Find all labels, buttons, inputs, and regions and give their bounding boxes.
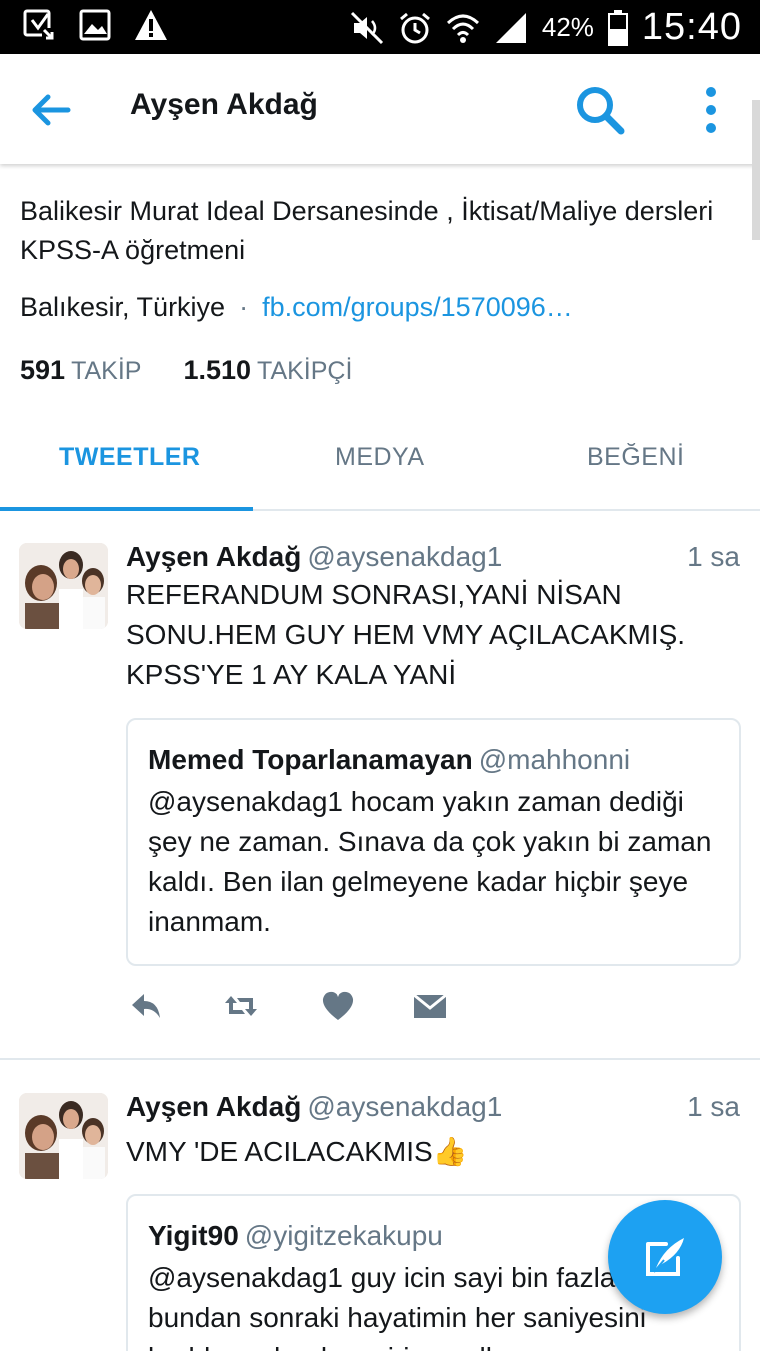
followers-count: 1.510 (183, 355, 252, 385)
tweet-actions (126, 988, 466, 1028)
quoted-tweet[interactable]: Memed Toparlanamayan @mahhonni @aysenakda… (126, 718, 741, 966)
clock: 15:40 (641, 6, 742, 48)
profile-tabs: TWEETLER MEDYA BEĞENİ (0, 415, 760, 511)
quoted-author-handle: @yigitzekakupu (244, 1220, 443, 1251)
like-heart-icon[interactable] (320, 988, 356, 1024)
quoted-author-name: Yigit90 (148, 1220, 239, 1251)
retweet-icon[interactable] (223, 988, 259, 1024)
back-arrow-icon[interactable] (28, 88, 72, 132)
tab-tweets[interactable]: TWEETLER (59, 443, 201, 472)
app-bar: Ayşen Akdağ (0, 54, 760, 164)
quoted-author-name: Memed Toparlanamayan (148, 744, 473, 775)
compose-quill-icon (646, 1238, 684, 1276)
tweet-time: 1 sa (687, 1091, 740, 1122)
profile-website-link[interactable]: fb.com/groups/1570096… (262, 292, 573, 322)
tweet-author-handle[interactable]: @aysenakdag1 (307, 1091, 502, 1122)
profile-location: Balıkesir, Türkiye (20, 292, 226, 322)
battery-icon (607, 9, 628, 46)
active-tab-indicator (0, 507, 253, 511)
profile-bio: Balikesir Murat Ideal Dersanesinde , İkt… (20, 196, 714, 265)
signal-icon (495, 12, 526, 43)
following-label: TAKİP (71, 357, 142, 385)
quoted-tweet-header: Yigit90 @yigitzekakupu (148, 1220, 443, 1252)
followers-stat[interactable]: 1.510 TAKİPÇİ (183, 355, 352, 385)
status-bar: 42% 15:40 (0, 0, 760, 54)
mute-icon (350, 11, 383, 44)
tweet-author-handle[interactable]: @aysenakdag1 (307, 541, 502, 572)
tab-likes[interactable]: BEĞENİ (587, 443, 684, 472)
wifi-icon (446, 14, 479, 43)
avatar-photo (19, 543, 108, 629)
search-icon[interactable] (574, 84, 626, 136)
scrollbar[interactable] (752, 100, 760, 240)
image-icon (79, 9, 111, 41)
warning-icon (135, 10, 167, 40)
tweet-text: REFERANDUM SONRASI,YANİ NİSAN SONU.HEM G… (126, 579, 686, 690)
following-count: 591 (20, 355, 66, 385)
tweet-time: 1 sa (687, 541, 740, 572)
tweet-author-name[interactable]: Ayşen Akdağ (126, 541, 301, 572)
direct-message-icon[interactable] (412, 988, 448, 1024)
tweet-author-name[interactable]: Ayşen Akdağ (126, 1091, 301, 1122)
tab-media[interactable]: MEDYA (335, 443, 425, 472)
battery-percent: 42% (541, 12, 594, 42)
avatar-photo (19, 1093, 108, 1179)
download-icon (23, 9, 54, 40)
avatar[interactable] (19, 1093, 108, 1179)
tweet[interactable]: Ayşen Akdağ @aysenakdag1 1 sa REFERANDUM … (0, 512, 760, 1058)
profile-stats: 591 TAKİP 1.510 TAKİPÇİ (20, 355, 352, 386)
quoted-tweet-header: Memed Toparlanamayan @mahhonni (148, 744, 630, 776)
more-vertical-icon[interactable] (700, 84, 722, 136)
quoted-tweet-text: @aysenakdag1 hocam yakın zaman dediği şe… (148, 786, 712, 937)
tweet-header: Ayşen Akdağ @aysenakdag1 (126, 1091, 502, 1123)
quoted-author-handle: @mahhonni (478, 744, 631, 775)
profile-location-row: Balıkesir, Türkiye · fb.com/groups/1570096… (20, 292, 573, 323)
tweet-header: Ayşen Akdağ @aysenakdag1 (126, 541, 502, 573)
followers-label: TAKİPÇİ (257, 357, 353, 385)
separator-dot: · (239, 292, 249, 322)
page-title: Ayşen Akdağ (130, 88, 318, 121)
alarm-icon (399, 12, 430, 43)
compose-tweet-button[interactable] (608, 1200, 722, 1314)
reply-icon[interactable] (128, 988, 164, 1024)
tweet-text: VMY 'DE ACILACAKMIS👍 (126, 1136, 468, 1167)
following-stat[interactable]: 591 TAKİP (20, 355, 141, 385)
avatar[interactable] (19, 543, 108, 629)
